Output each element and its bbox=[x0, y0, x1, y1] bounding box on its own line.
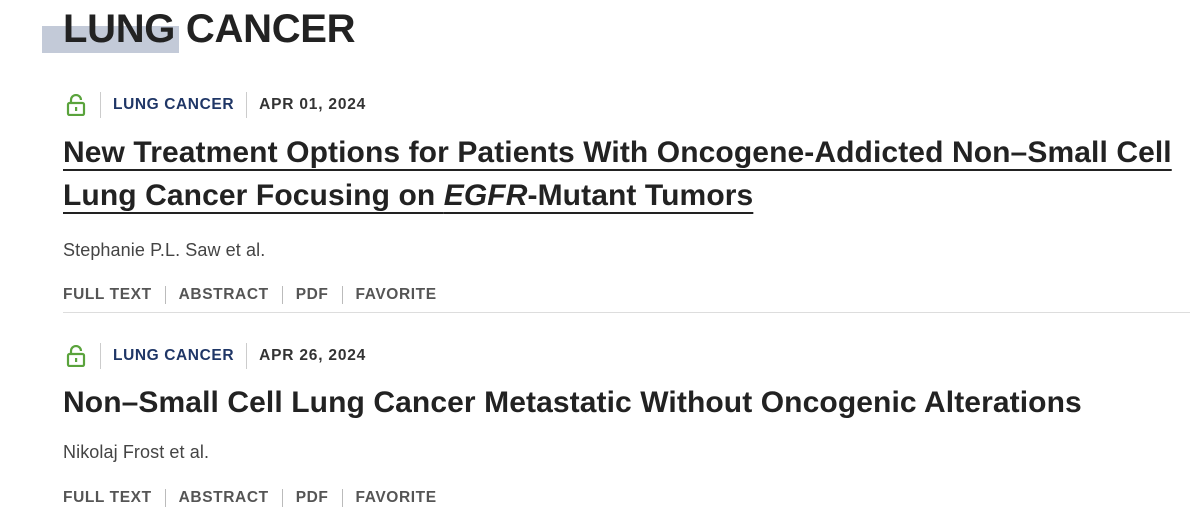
action-divider bbox=[341, 286, 343, 304]
article-title-text-end: -Mutant Tumors bbox=[527, 179, 754, 212]
article-actions: FULL TEXT ABSTRACT PDF FAVORITE bbox=[63, 488, 1190, 508]
open-lock-icon bbox=[64, 344, 88, 368]
action-divider bbox=[281, 286, 283, 304]
article-meta: LUNG CANCER APR 01, 2024 bbox=[63, 88, 1190, 122]
abstract-link[interactable]: ABSTRACT bbox=[179, 489, 269, 507]
category-link[interactable]: LUNG CANCER bbox=[113, 96, 234, 114]
favorite-link[interactable]: FAVORITE bbox=[356, 286, 437, 304]
open-lock-icon bbox=[64, 93, 88, 117]
article-card: LUNG CANCER APR 01, 2024 New Treatment O… bbox=[63, 88, 1190, 305]
article-card: LUNG CANCER APR 26, 2024 Non–Small Cell … bbox=[63, 339, 1190, 508]
article-title-gene: EGFR bbox=[443, 179, 528, 212]
pdf-link[interactable]: PDF bbox=[296, 286, 329, 304]
action-divider bbox=[341, 489, 343, 507]
action-divider bbox=[281, 489, 283, 507]
full-text-link[interactable]: FULL TEXT bbox=[63, 286, 152, 304]
favorite-link[interactable]: FAVORITE bbox=[356, 489, 437, 507]
meta-divider bbox=[246, 92, 248, 118]
action-divider bbox=[164, 489, 166, 507]
article-meta: LUNG CANCER APR 26, 2024 bbox=[63, 339, 1190, 373]
meta-divider bbox=[246, 343, 248, 369]
abstract-link[interactable]: ABSTRACT bbox=[179, 286, 269, 304]
article-title: New Treatment Options for Patients With … bbox=[63, 131, 1190, 217]
page-title: LUNG CANCER bbox=[63, 7, 356, 51]
category-link[interactable]: LUNG CANCER bbox=[113, 347, 234, 365]
article-title-link[interactable]: New Treatment Options for Patients With … bbox=[63, 136, 1172, 212]
article-authors: Nikolaj Frost et al. bbox=[63, 442, 210, 462]
action-divider bbox=[164, 286, 166, 304]
pdf-link[interactable]: PDF bbox=[296, 489, 329, 507]
meta-divider bbox=[100, 92, 101, 118]
publish-date: APR 26, 2024 bbox=[259, 347, 367, 364]
article-title: Non–Small Cell Lung Cancer Metastatic Wi… bbox=[63, 381, 1190, 424]
full-text-link[interactable]: FULL TEXT bbox=[63, 489, 152, 507]
meta-divider bbox=[100, 343, 101, 369]
article-actions: FULL TEXT ABSTRACT PDF FAVORITE bbox=[63, 285, 1190, 305]
publish-date: APR 01, 2024 bbox=[259, 96, 367, 113]
article-title-link[interactable]: Non–Small Cell Lung Cancer Metastatic Wi… bbox=[63, 386, 1082, 419]
article-divider bbox=[63, 312, 1190, 313]
article-authors: Stephanie P.L. Saw et al. bbox=[63, 240, 266, 260]
